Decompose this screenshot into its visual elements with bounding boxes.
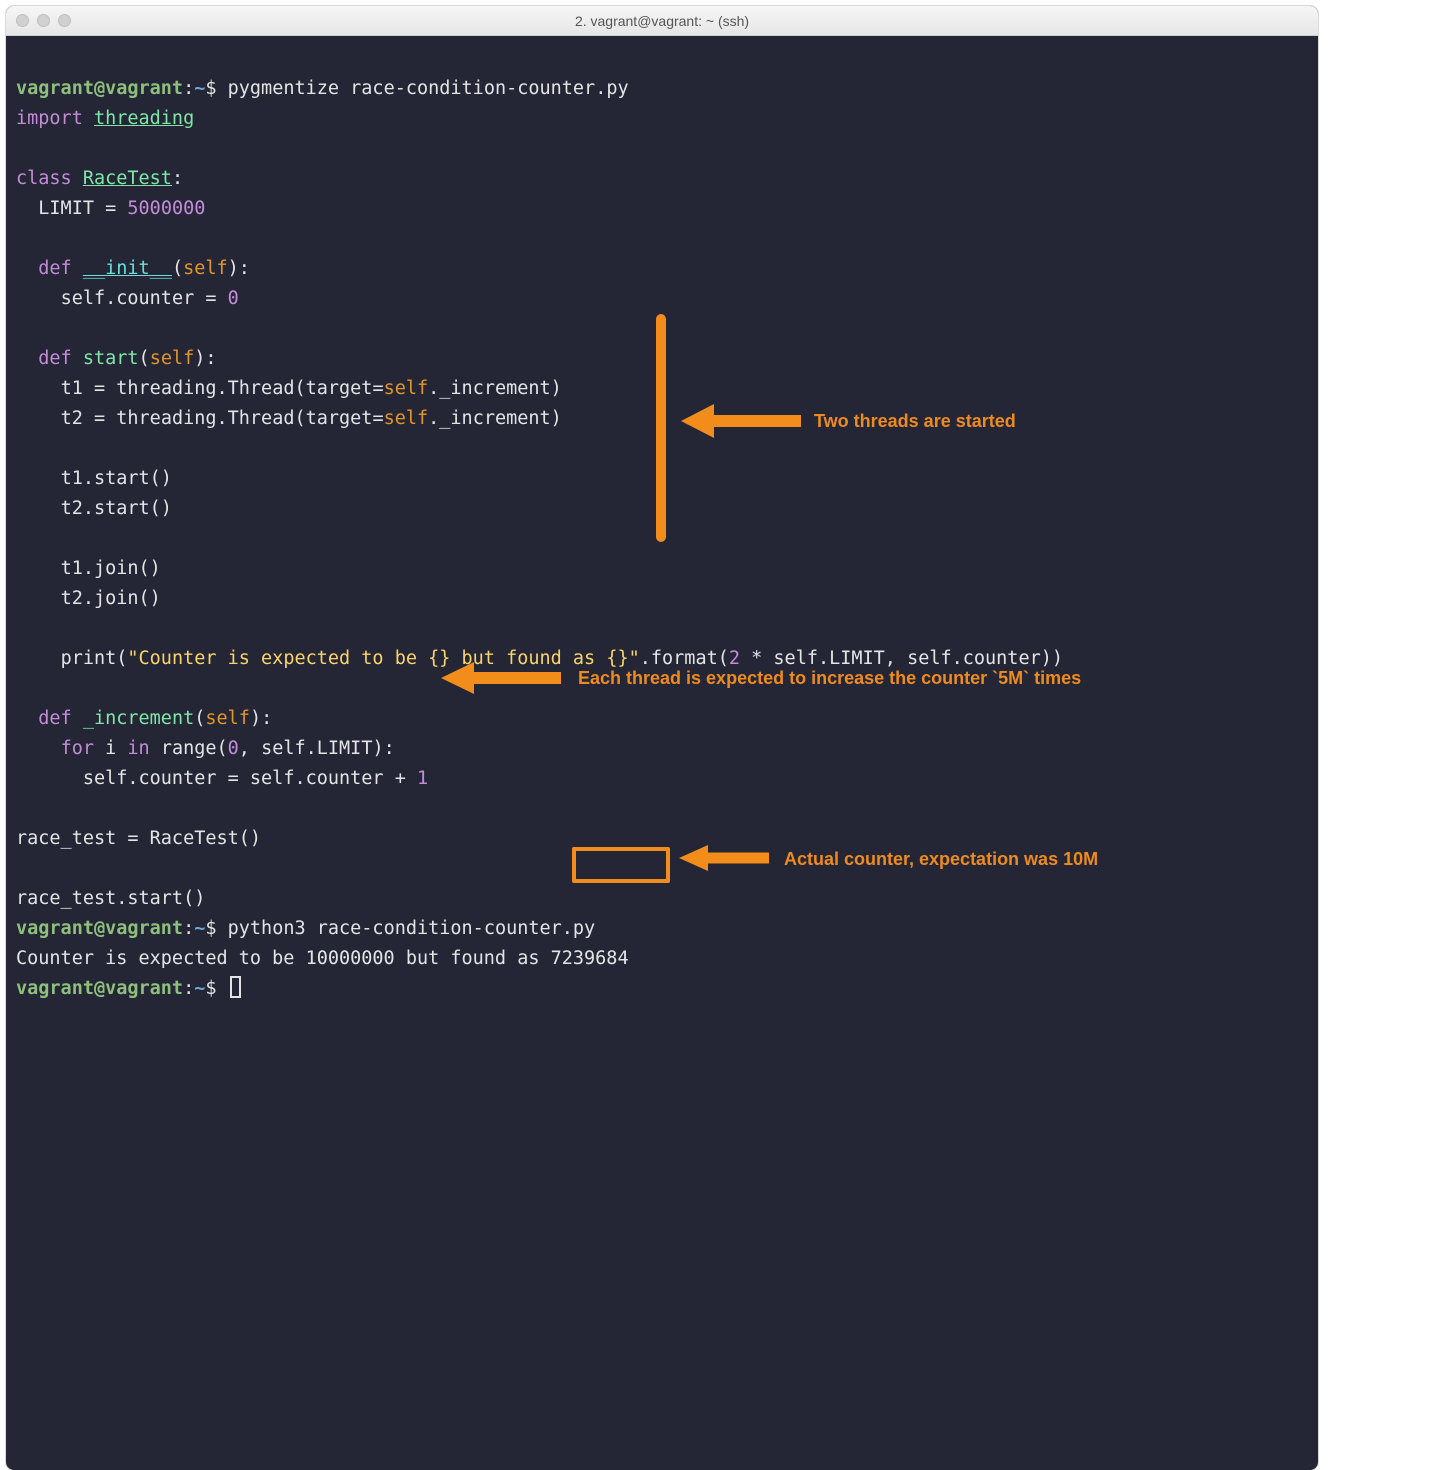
prompt-sep-3: : [183, 978, 194, 999]
call-range-b: , self.LIMIT): [239, 738, 395, 759]
terminal-window: 2. vagrant@vagrant: ~ (ssh) vagrant@vagr… [6, 6, 1318, 1470]
terminal-body[interactable]: vagrant@vagrant:~$ pygmentize race-condi… [6, 36, 1318, 1470]
arg-self: self [183, 258, 228, 279]
fn-init: __init__ [83, 258, 172, 279]
fn-increment: _increment [83, 708, 194, 729]
annotation-3: Actual counter, expectation was 10M [784, 844, 1098, 874]
line-t1-start: t1.start() [61, 468, 172, 489]
output-line: Counter is expected to be 10000000 but f… [16, 948, 629, 969]
var-i: i [105, 738, 116, 759]
prompt-path-2: ~ [194, 918, 205, 939]
arrow-icon-2 [436, 656, 566, 700]
prompt-dollar-3: $ [205, 978, 216, 999]
const-limit: LIMIT [38, 198, 94, 219]
prompt-sep: : [183, 78, 194, 99]
prompt-userhost-3: vagrant@vagrant [16, 978, 183, 999]
line-t1-join: t1.join() [61, 558, 161, 579]
command-1: pygmentize race-condition-counter.py [228, 78, 629, 99]
prompt-path: ~ [194, 78, 205, 99]
titlebar: 2. vagrant@vagrant: ~ (ssh) [6, 6, 1318, 36]
annotation-vbar [656, 314, 666, 542]
annotation-2: Each thread is expected to increase the … [578, 663, 1081, 693]
line-inc-body: self.counter = self.counter + 1 [83, 768, 428, 789]
prompt-dollar-2: $ [205, 918, 216, 939]
kw-in: in [127, 738, 149, 759]
arrow-icon-1 [676, 396, 806, 446]
arrow-icon-3 [674, 838, 774, 878]
limit-value: 5000000 [127, 198, 205, 219]
kw-class: class [16, 168, 72, 189]
arg-self-2: self [150, 348, 195, 369]
line-counter-zero: self.counter = 0 [61, 288, 239, 309]
arg-self-3: self [205, 708, 250, 729]
line-t1-assign: t1 = threading.Thread(target=self._incre… [61, 378, 562, 399]
line-rt-start: race_test.start() [16, 888, 205, 909]
prompt-sep-2: : [183, 918, 194, 939]
window-title: 2. vagrant@vagrant: ~ (ssh) [6, 13, 1318, 29]
prompt-dollar: $ [205, 78, 216, 99]
call-range-a: range( [161, 738, 228, 759]
cursor-icon [230, 976, 241, 998]
line-t2-start: t2.start() [61, 498, 172, 519]
line-t2-assign: t2 = threading.Thread(target=self._incre… [61, 408, 562, 429]
kw-import: import [16, 108, 83, 129]
kw-def-3: def [38, 708, 71, 729]
kw-def: def [38, 258, 71, 279]
annotation-1: Two threads are started [814, 406, 1016, 436]
highlight-box [572, 847, 670, 883]
prompt-userhost-2: vagrant@vagrant [16, 918, 183, 939]
prompt-userhost: vagrant@vagrant [16, 78, 183, 99]
line-t2-join: t2.join() [61, 588, 161, 609]
line-rt-assign: race_test = RaceTest() [16, 828, 261, 849]
fn-start: start [83, 348, 139, 369]
class-name: RaceTest [83, 168, 172, 189]
kw-for: for [61, 738, 94, 759]
command-2: python3 race-condition-counter.py [228, 918, 596, 939]
prompt-path-3: ~ [194, 978, 205, 999]
kw-def-2: def [38, 348, 71, 369]
range-zero: 0 [228, 738, 239, 759]
module-threading: threading [94, 108, 194, 129]
